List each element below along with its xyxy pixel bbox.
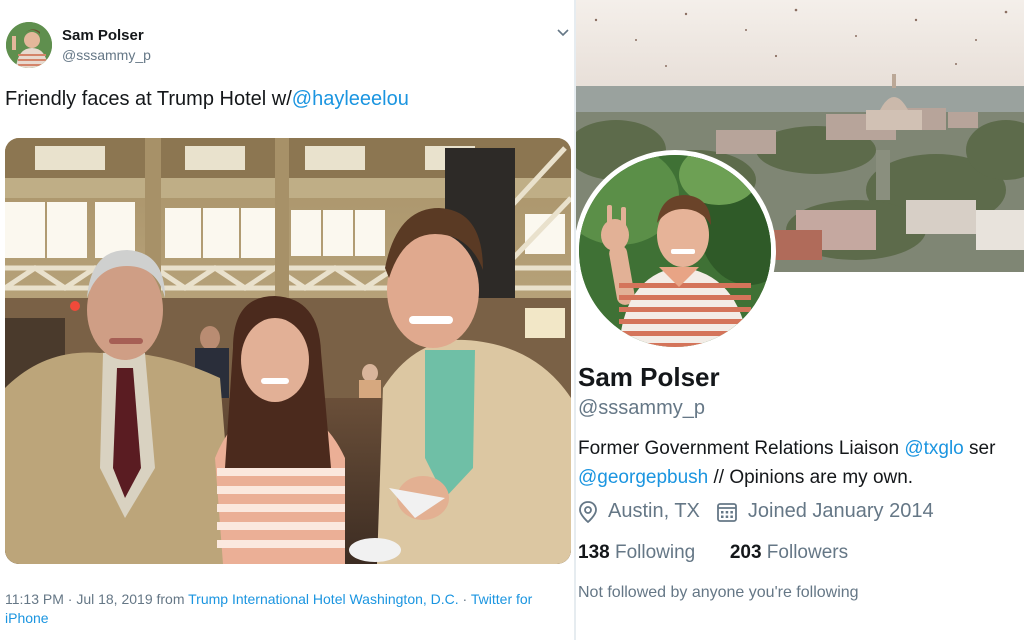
following-link[interactable]: 138 Following <box>578 542 695 563</box>
tweet-meta: 11:13 PM · Jul 18, 2019 from Trump Inter… <box>5 590 565 628</box>
following-label: Following <box>614 542 696 563</box>
profile-stats: 138 Following 203 Followers <box>578 542 848 564</box>
profile-name: Sam Polser <box>578 362 720 392</box>
bio-text-3: // Opinions are my own. <box>708 467 914 488</box>
followers-link[interactable]: 203 Followers <box>730 542 848 563</box>
calendar-icon <box>717 502 737 522</box>
following-count: 138 <box>578 542 610 563</box>
bio-text-1: Former Government Relations Liaison <box>578 438 905 459</box>
profile-location: Austin, TX <box>608 500 700 522</box>
chevron-down-icon[interactable] <box>556 26 570 40</box>
profile-bio: Former Government Relations Liaison @txg… <box>578 434 1024 492</box>
profile-joined: Joined January 2014 <box>747 500 934 522</box>
followers-count: 203 <box>729 542 762 563</box>
profile-avatar-image <box>579 155 771 347</box>
tweet-text: Friendly faces at Trump Hotel w/@hayleee… <box>5 88 409 111</box>
bio-text-2: ser <box>963 438 996 459</box>
tweet-location-link[interactable]: Trump International Hotel Washington, D.… <box>188 591 459 607</box>
tweet-photo[interactable] <box>5 138 571 564</box>
mention-link[interactable]: @hayleeelou <box>292 88 409 110</box>
profile-avatar[interactable] <box>576 150 776 352</box>
tweet-text-body: Friendly faces at Trump Hotel w/ <box>5 88 292 110</box>
author-handle[interactable]: @sssammy_p <box>62 47 151 63</box>
bio-mention-txglo[interactable]: @txglo <box>904 438 963 459</box>
meta-separator: · <box>458 591 471 607</box>
followers-you-know-note: Not followed by anyone you're following <box>578 584 859 601</box>
bio-mention-georgepbush[interactable]: @georgepbush <box>578 467 708 488</box>
tweet-time[interactable]: 11:13 PM · Jul 18, 2019 from <box>5 591 188 607</box>
followers-label: Followers <box>766 542 849 563</box>
profile-panel: Sam Polser @sssammy_p Former Government … <box>576 0 1024 640</box>
tweet-photo-image <box>5 138 571 564</box>
tweet-card: Sam Polser @sssammy_p Friendly faces at … <box>0 0 574 640</box>
profile-meta: Austin, TX Joined January 2014 <box>578 500 934 523</box>
profile-handle: @sssammy_p <box>578 397 705 419</box>
author-avatar[interactable] <box>6 22 52 68</box>
author-name[interactable]: Sam Polser <box>62 27 144 44</box>
location-pin-icon <box>579 500 597 523</box>
